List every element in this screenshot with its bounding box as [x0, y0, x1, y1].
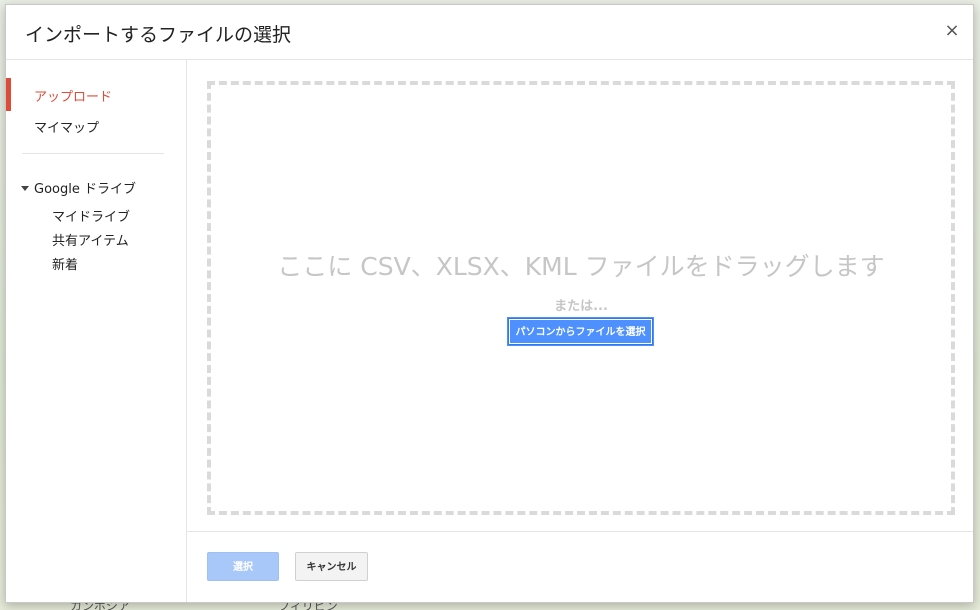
sidebar-item-recent[interactable]: 新着 — [52, 254, 78, 273]
sidebar: アップロード マイマップ Google ドライブ マイドライブ 共有アイテム 新… — [6, 60, 187, 602]
close-icon[interactable]: × — [943, 22, 961, 40]
cancel-button[interactable]: キャンセル — [295, 552, 368, 581]
dialog-footer: 選択 キャンセル — [187, 531, 973, 602]
sidebar-item-shared[interactable]: 共有アイテム — [52, 230, 129, 249]
sidebar-divider — [22, 153, 164, 154]
active-indicator — [6, 78, 11, 111]
select-button[interactable]: 選択 — [207, 552, 279, 581]
drop-instruction: ここに CSV、XLSX、KML ファイルをドラッグします — [277, 252, 885, 281]
google-drive-label: Google ドライブ — [34, 182, 136, 197]
google-drive-toggle[interactable]: Google ドライブ — [21, 178, 136, 197]
expand-triangle-icon — [21, 186, 29, 191]
sidebar-item-my-drive[interactable]: マイドライブ — [52, 206, 130, 225]
file-drop-zone[interactable]: ここに CSV、XLSX、KML ファイルをドラッグします または... パソコ… — [207, 81, 955, 515]
import-file-dialog: インポートするファイルの選択 × アップロード マイマップ Google ドライ… — [5, 4, 974, 603]
select-from-computer-button[interactable]: パソコンからファイルを選択 — [507, 317, 654, 346]
sidebar-item-label: アップロード — [34, 90, 113, 105]
or-text: または... — [554, 299, 608, 314]
sidebar-item-label: マイマップ — [34, 121, 100, 136]
dialog-title: インポートするファイルの選択 — [25, 24, 292, 46]
dialog-header: インポートするファイルの選択 × — [6, 5, 973, 60]
